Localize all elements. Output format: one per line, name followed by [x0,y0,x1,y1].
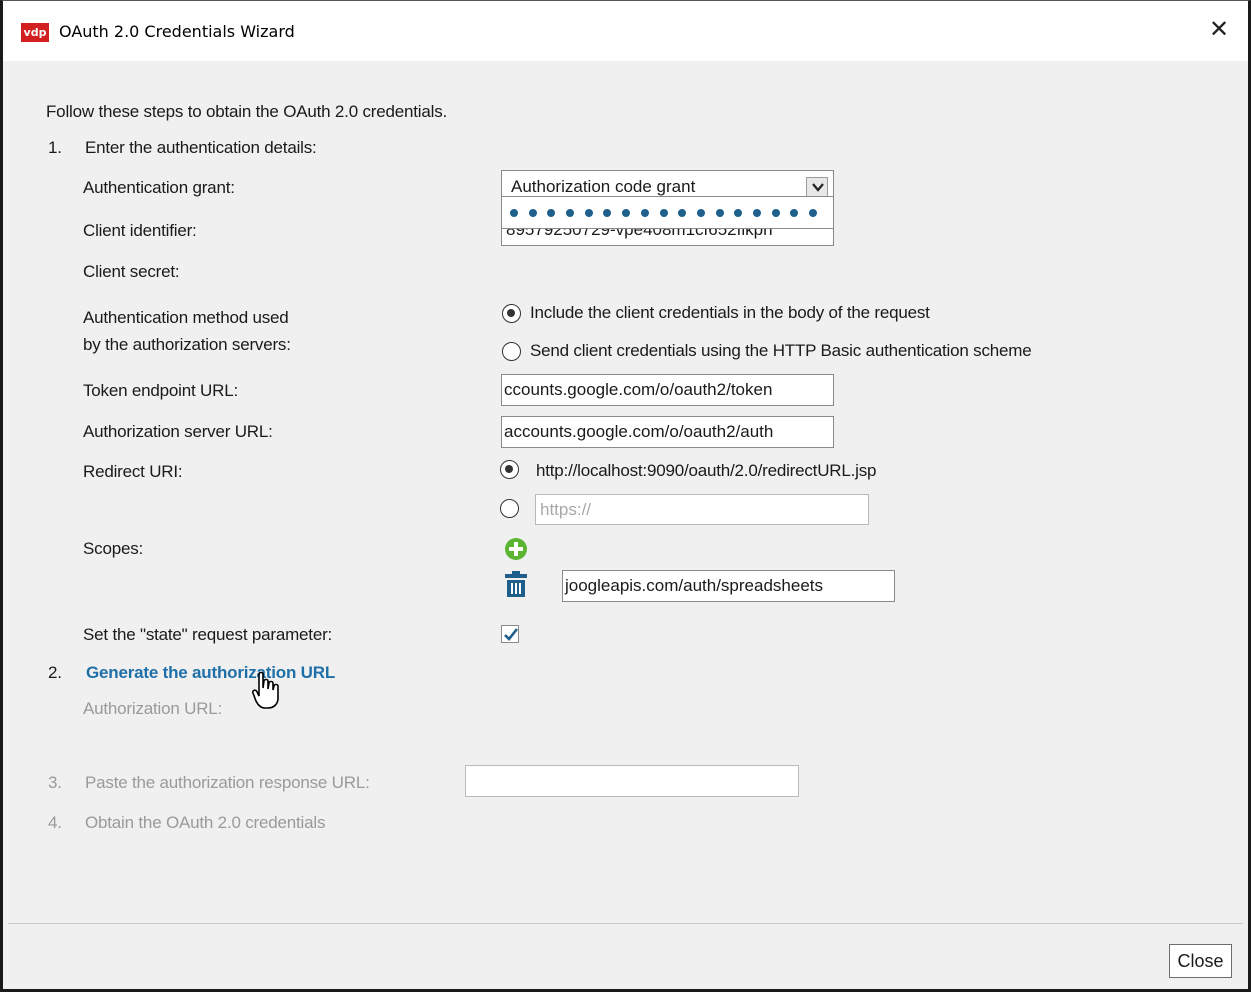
grant-label: Authentication grant: [83,178,235,197]
redirect-custom-input[interactable]: https:// [535,494,869,525]
grant-select-value: Authorization code grant [511,177,696,196]
dropdown-arrow-icon[interactable] [806,177,828,197]
auth-method-basic-label: Send client credentials using the HTTP B… [530,341,1032,360]
auth-method-body-radio[interactable] [502,304,521,323]
window-title: OAuth 2.0 Credentials Wizard [59,22,295,41]
authorization-response-input[interactable] [465,765,799,797]
authorization-url-label: Authorization URL: [83,699,223,718]
auth-method-basic-radio[interactable] [502,342,521,361]
redirect-default-radio[interactable] [500,460,519,479]
generate-url-link[interactable]: Generate the authorization URL [86,663,335,683]
client-secret-label: Client secret: [83,262,180,281]
hand-cursor-icon [252,671,280,716]
redirect-custom-radio[interactable] [500,499,519,518]
auth-server-input[interactable]: accounts.google.com/o/oauth2/auth [501,416,834,448]
redirect-label: Redirect URI: [83,462,183,481]
step1-number: 1. [48,138,62,157]
step2-number: 2. [48,663,62,682]
footer-divider [8,923,1243,924]
step4-label: Obtain the OAuth 2.0 credentials [85,813,326,832]
scopes-label: Scopes: [83,539,144,558]
close-button[interactable]: Close [1169,944,1232,978]
trash-icon[interactable] [505,571,527,602]
redirect-default-label: http://localhost:9090/oauth/2.0/redirect… [536,461,877,480]
client-id-label: Client identifier: [83,221,197,240]
close-icon[interactable]: ✕ [1204,14,1234,44]
step3-number: 3. [48,773,62,792]
scope-input[interactable]: joogleapis.com/auth/spreadsheets [562,570,895,602]
oauth-wizard-dialog: vdp OAuth 2.0 Credentials Wizard ✕ Follo… [0,0,1251,992]
step3-label: Paste the authorization response URL: [85,773,370,792]
add-scope-icon[interactable] [504,537,528,566]
auth-method-body-label: Include the client credentials in the bo… [530,303,930,322]
intro-text: Follow these steps to obtain the OAuth 2… [46,102,448,121]
auth-method-label-line2: by the authorization servers: [83,335,291,354]
step4-number: 4. [48,813,62,832]
vdp-logo: vdp [21,23,49,42]
auth-server-label: Authorization server URL: [83,422,273,441]
auth-method-label-line1: Authentication method used [83,308,289,327]
state-param-checkbox[interactable] [501,625,519,643]
checkmark-icon [504,628,519,641]
step1-title: Enter the authentication details: [85,138,317,157]
token-endpoint-input[interactable]: ccounts.google.com/o/oauth2/token [501,374,834,406]
title-bar: vdp OAuth 2.0 Credentials Wizard ✕ [3,1,1248,61]
client-secret-input[interactable] [501,196,834,229]
token-endpoint-label: Token endpoint URL: [83,381,238,400]
state-param-label: Set the "state" request parameter: [83,625,333,644]
